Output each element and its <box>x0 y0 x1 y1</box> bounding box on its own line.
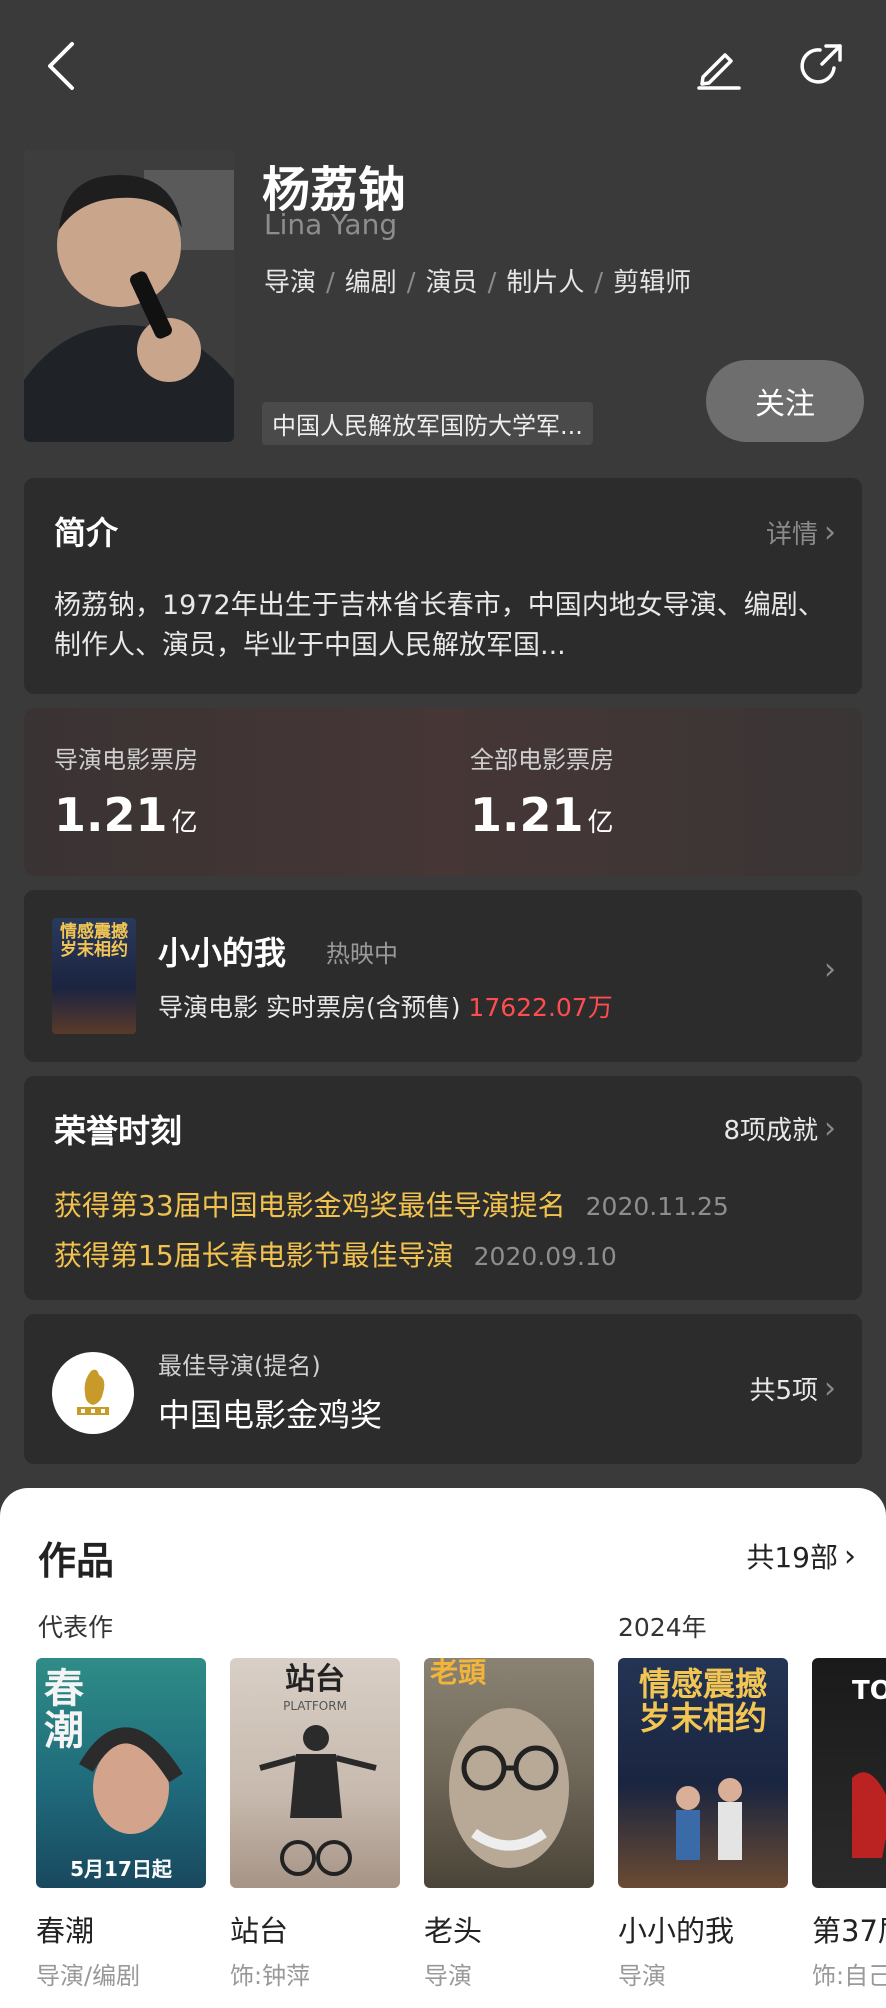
share-icon <box>800 44 842 84</box>
role-actor: 演员 <box>425 268 478 298</box>
box-office-card: 导演电影票房 1.21 亿 全部电影票房 1.21 亿 <box>24 708 862 876</box>
poster-figure <box>259 1725 377 1876</box>
intro-title: 简介 <box>54 514 119 552</box>
profile-header: 杨荔钠 Lina Yang 导演 / 编剧 / 演员 / 制片人 / 剪辑师 中国人民解放军国防… <box>24 150 864 450</box>
role-editor: 剪辑师 <box>613 268 692 298</box>
work-role: 饰:钟萍 <box>230 1962 311 1990</box>
back-button[interactable] <box>30 34 94 98</box>
work-title: 站台 <box>230 1914 289 1948</box>
work-item[interactable]: TO 第37届 饰:自己 <box>812 1658 886 1991</box>
total-box-office-label: 全部电影票房 <box>470 746 614 774</box>
movie-info-prefix: 导演电影 实时票房(含预售) <box>158 993 461 1022</box>
award-count-label: 共5项 <box>749 1376 818 1406</box>
chevron-right-icon: › <box>824 1371 836 1406</box>
movie-realtime-box-office: 17622.07万 <box>468 993 613 1022</box>
award-more-link[interactable]: 共5项 › <box>749 1370 836 1407</box>
work-role: 导演 <box>618 1962 666 1990</box>
role-screenwriter: 编剧 <box>344 268 397 298</box>
intro-text: 杨荔钠，1972年出生于吉林省长春市，中国内地女导演、编剧、制作人、演员，毕业于… <box>54 590 825 661</box>
work-item[interactable]: 站台 PLATFORM 站台 饰:钟萍 <box>230 1658 400 1991</box>
award-card[interactable]: 最佳导演(提名) 中国电影金鸡奖 共5项 › <box>24 1314 862 1464</box>
chevron-right-icon: › <box>824 515 836 550</box>
works-total-label: 共19部 <box>746 1541 838 1574</box>
honor-item: 获得第33届中国电影金鸡奖最佳导演提名 2020.11.25 <box>54 1189 729 1222</box>
role-producer: 制片人 <box>506 268 585 298</box>
person-roles: 导演 / 编剧 / 演员 / 制片人 / 剪辑师 <box>264 268 692 298</box>
work-poster-caption: 5月17日起 <box>70 1857 172 1881</box>
work-title: 老头 <box>424 1914 483 1948</box>
award-name: 中国电影金鸡奖 <box>158 1396 383 1434</box>
school-tag[interactable]: 中国人民解放军国防大学军... <box>262 402 593 445</box>
works-panel: 作品 共19部 › 代表作 2024年 春 潮 5月17日起 春潮 导演/编剧 … <box>0 1488 886 2008</box>
work-role: 导演 <box>424 1962 472 1990</box>
intro-detail-link[interactable]: 详情 › <box>766 514 836 551</box>
poster-figure <box>79 1727 183 1834</box>
movie-info: 导演电影 实时票房(含预售) 17622.07万 <box>158 988 613 1024</box>
work-poster: 春 潮 5月17日起 <box>36 1658 206 1888</box>
portrait-photo <box>24 150 234 442</box>
rooster-icon <box>77 1369 109 1415</box>
movie-title: 小小的我 <box>158 934 287 972</box>
movie-poster: 情感震撼 岁末相约 <box>52 918 136 1034</box>
work-title: 春潮 <box>36 1914 95 1948</box>
work-item[interactable]: 老頭 老头 导演 <box>424 1658 594 1991</box>
current-movie-card[interactable]: 情感震撼 岁末相约 小小的我 热映中 导演电影 实时票房(含预售) 17622.… <box>24 890 862 1062</box>
chevron-right-icon: › <box>844 1538 856 1574</box>
works-title: 作品 <box>38 1539 115 1583</box>
poster-figure <box>852 1772 886 1858</box>
work-item[interactable]: 春 潮 5月17日起 春潮 导演/编剧 <box>36 1658 206 1991</box>
representative-label: 代表作 <box>38 1613 114 1642</box>
poster-figure <box>449 1708 569 1868</box>
director-box-office-label: 导演电影票房 <box>54 746 198 774</box>
intro-card[interactable]: 简介 详情 › 杨荔钠，1972年出生于吉林省长春市，中国内地女导演、编剧、制作… <box>24 478 862 694</box>
work-poster: 站台 PLATFORM <box>230 1658 400 1888</box>
share-button[interactable] <box>788 34 852 98</box>
work-role: 饰:自己 <box>812 1962 886 1990</box>
pencil-icon <box>697 53 741 90</box>
golden-rooster-logo <box>52 1352 134 1434</box>
work-title: 第37届 <box>812 1914 886 1948</box>
chevron-right-icon: › <box>824 1111 836 1146</box>
role-director: 导演 <box>264 268 317 298</box>
work-title: 小小的我 <box>618 1914 735 1948</box>
edit-button[interactable] <box>686 34 750 98</box>
movie-poster-text: 情感震撼 岁末相约 <box>60 922 128 960</box>
work-poster: TO <box>812 1658 886 1888</box>
honors-count-label: 8项成就 <box>723 1116 818 1146</box>
total-box-office-value: 1.21 亿 <box>470 788 614 842</box>
honor-item: 获得第15届长春电影节最佳导演 2020.09.10 <box>54 1239 617 1272</box>
poster-figure <box>676 1778 742 1860</box>
honors-title: 荣誉时刻 <box>54 1112 183 1150</box>
work-poster: 老頭 <box>424 1658 594 1888</box>
work-poster: 情感震撼 岁末相约 <box>618 1658 788 1888</box>
movie-status: 热映中 <box>326 940 398 968</box>
top-bar <box>0 0 886 140</box>
follow-button[interactable]: 关注 <box>706 360 864 442</box>
avatar <box>24 150 234 442</box>
works-total-link[interactable]: 共19部 › <box>746 1536 856 1576</box>
director-box-office-value: 1.21 亿 <box>54 788 198 842</box>
work-role: 导演/编剧 <box>36 1962 141 1990</box>
work-item[interactable]: 情感震撼 岁末相约 小小的我 导演 <box>618 1658 788 1991</box>
person-name-en: Lina Yang <box>264 208 398 241</box>
year-label: 2024年 <box>618 1613 707 1642</box>
chevron-left-icon <box>48 42 74 90</box>
chevron-right-icon: › <box>824 952 836 987</box>
honors-more-link[interactable]: 8项成就 › <box>723 1110 836 1147</box>
honors-card[interactable]: 荣誉时刻 8项成就 › 获得第33届中国电影金鸡奖最佳导演提名 2020.11.2… <box>24 1076 862 1300</box>
award-category: 最佳导演(提名) <box>158 1352 321 1380</box>
intro-detail-label: 详情 <box>765 520 818 550</box>
